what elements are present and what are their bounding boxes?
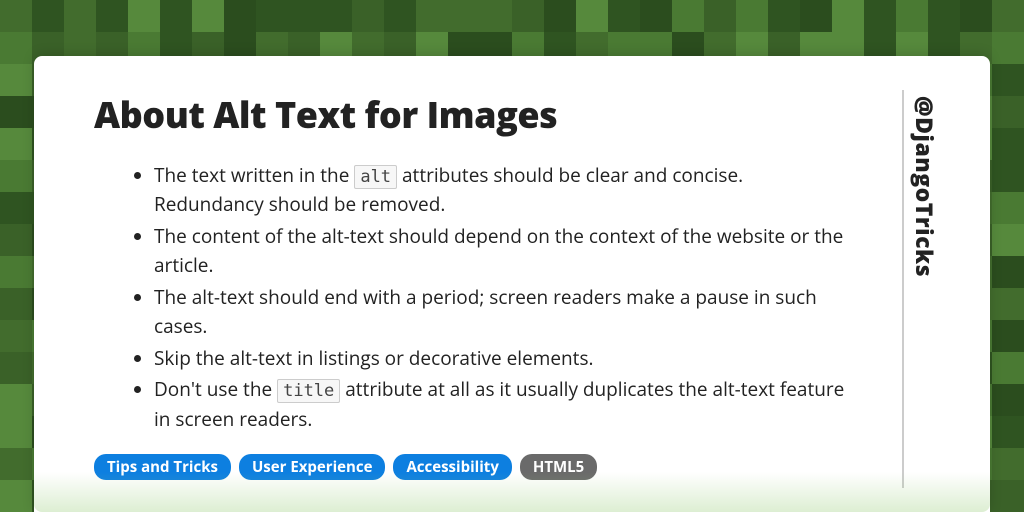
sidebar: @DjangoTricks (902, 90, 946, 488)
author-handle: @DjangoTricks (909, 96, 941, 277)
bullet-list: The text written in the alt attributes s… (94, 161, 872, 436)
inline-code: alt (354, 165, 397, 189)
list-item: The text written in the alt attributes s… (154, 161, 872, 220)
tag-badge[interactable]: User Experience (239, 454, 385, 480)
list-item: The content of the alt-text should depen… (154, 222, 872, 281)
list-item: Don't use the title attribute at all as … (154, 375, 872, 434)
tag-badge[interactable]: HTML5 (520, 454, 597, 480)
content-card: About Alt Text for Images The text writt… (34, 56, 990, 512)
list-item: Skip the alt-text in listings or decorat… (154, 344, 872, 373)
inline-code: title (277, 379, 340, 403)
main-content: About Alt Text for Images The text writt… (94, 90, 872, 488)
list-item: The alt-text should end with a period; s… (154, 283, 872, 342)
tags-container: Tips and Tricks User Experience Accessibil… (94, 454, 872, 480)
tag-badge[interactable]: Tips and Tricks (94, 454, 231, 480)
page-title: About Alt Text for Images (94, 90, 872, 139)
tag-badge[interactable]: Accessibility (393, 454, 511, 480)
